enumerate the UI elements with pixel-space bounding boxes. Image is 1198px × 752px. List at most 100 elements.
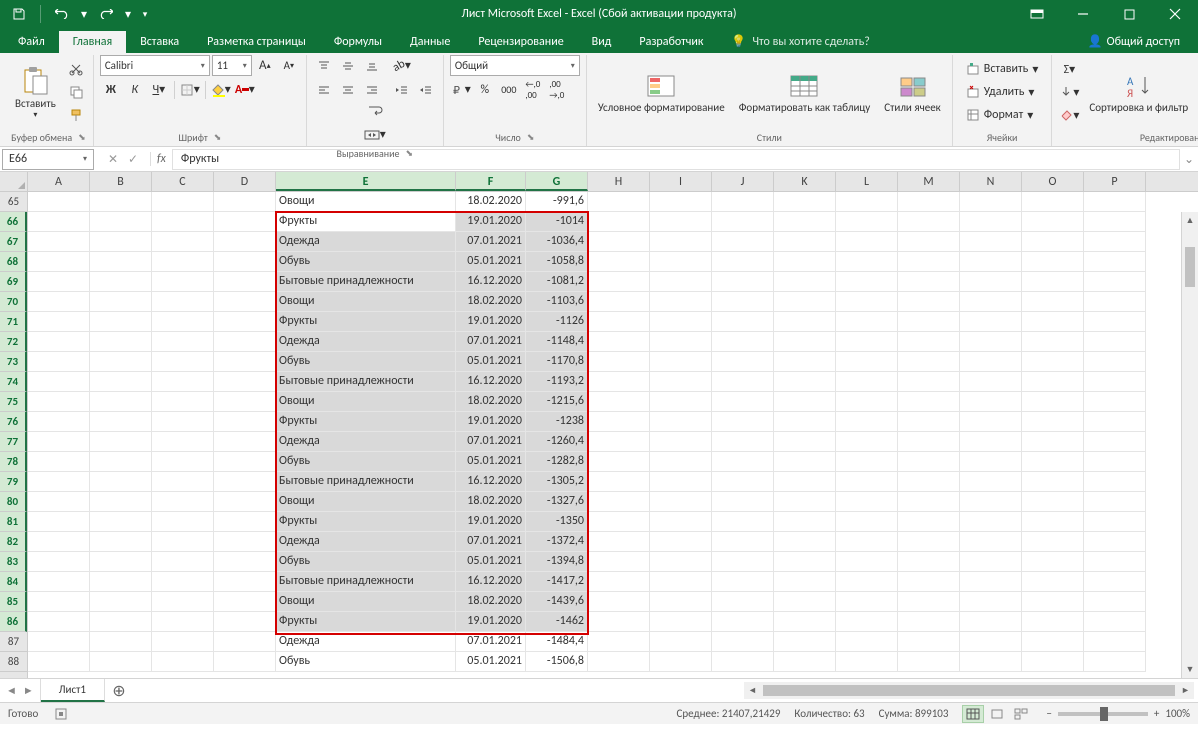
cell-N69[interactable] [960, 272, 1022, 292]
cell-P75[interactable] [1084, 392, 1146, 412]
cell-J85[interactable] [712, 592, 774, 612]
cell-H76[interactable] [588, 412, 650, 432]
cell-E76[interactable]: Фрукты [276, 412, 456, 432]
close-button[interactable] [1152, 0, 1198, 28]
cell-I77[interactable] [650, 432, 712, 452]
cell-J65[interactable] [712, 192, 774, 212]
cell-K87[interactable] [774, 632, 836, 652]
cell-D72[interactable] [214, 332, 276, 352]
cell-O74[interactable] [1022, 372, 1084, 392]
cell-C81[interactable] [152, 512, 214, 532]
cell-J66[interactable] [712, 212, 774, 232]
cell-I84[interactable] [650, 572, 712, 592]
cell-G75[interactable]: -1215,6 [526, 392, 588, 412]
cell-N87[interactable] [960, 632, 1022, 652]
font-launcher[interactable]: ⬊ [214, 132, 222, 143]
cell-N78[interactable] [960, 452, 1022, 472]
cell-H86[interactable] [588, 612, 650, 632]
cell-F80[interactable]: 18.02.2020 [456, 492, 526, 512]
cell-G70[interactable]: -1103,6 [526, 292, 588, 312]
font-name-combo[interactable]: Calibri▾ [100, 55, 210, 76]
cell-L82[interactable] [836, 532, 898, 552]
cell-E84[interactable]: Бытовые принадлежности [276, 572, 456, 592]
cell-B78[interactable] [90, 452, 152, 472]
cell-A65[interactable] [28, 192, 90, 212]
cell-H81[interactable] [588, 512, 650, 532]
format-as-table-button[interactable]: Форматировать как таблицу [734, 59, 876, 125]
cell-C87[interactable] [152, 632, 214, 652]
cell-D75[interactable] [214, 392, 276, 412]
cell-K86[interactable] [774, 612, 836, 632]
cell-O81[interactable] [1022, 512, 1084, 532]
cell-H71[interactable] [588, 312, 650, 332]
cell-N86[interactable] [960, 612, 1022, 632]
cell-N77[interactable] [960, 432, 1022, 452]
cell-I88[interactable] [650, 652, 712, 672]
cell-D70[interactable] [214, 292, 276, 312]
cell-K81[interactable] [774, 512, 836, 532]
cell-C73[interactable] [152, 352, 214, 372]
cell-M67[interactable] [898, 232, 960, 252]
cell-F87[interactable]: 07.01.2021 [456, 632, 526, 652]
scroll-left-button[interactable]: ◄ [744, 682, 761, 699]
increase-font-button[interactable]: A▴ [254, 55, 276, 76]
cell-I75[interactable] [650, 392, 712, 412]
col-header-B[interactable]: B [90, 172, 152, 191]
delete-cells-button[interactable]: Удалить ▾ [959, 82, 1046, 103]
cell-N76[interactable] [960, 412, 1022, 432]
cell-G76[interactable]: -1238 [526, 412, 588, 432]
cell-I71[interactable] [650, 312, 712, 332]
tab-page-layout[interactable]: Разметка страницы [193, 31, 320, 53]
cell-M68[interactable] [898, 252, 960, 272]
cell-F82[interactable]: 07.01.2021 [456, 532, 526, 552]
cell-D65[interactable] [214, 192, 276, 212]
cell-I81[interactable] [650, 512, 712, 532]
qat-customize[interactable]: ▾ [139, 3, 151, 25]
cell-N73[interactable] [960, 352, 1022, 372]
row-header-75[interactable]: 75 [0, 392, 27, 412]
cell-E66[interactable]: Фрукты [276, 212, 456, 232]
cell-styles-button[interactable]: Стили ячеек [879, 59, 946, 125]
cell-A76[interactable] [28, 412, 90, 432]
cell-L65[interactable] [836, 192, 898, 212]
cell-I78[interactable] [650, 452, 712, 472]
cell-L75[interactable] [836, 392, 898, 412]
cell-F72[interactable]: 07.01.2021 [456, 332, 526, 352]
cell-H68[interactable] [588, 252, 650, 272]
cell-C66[interactable] [152, 212, 214, 232]
row-header-84[interactable]: 84 [0, 572, 27, 592]
decrease-indent-button[interactable] [391, 79, 413, 100]
cell-K82[interactable] [774, 532, 836, 552]
cell-O71[interactable] [1022, 312, 1084, 332]
cell-M88[interactable] [898, 652, 960, 672]
decrease-font-button[interactable]: A▾ [278, 55, 300, 76]
cell-A82[interactable] [28, 532, 90, 552]
cell-B82[interactable] [90, 532, 152, 552]
cell-E86[interactable]: Фрукты [276, 612, 456, 632]
cell-B77[interactable] [90, 432, 152, 452]
align-bottom-button[interactable] [361, 55, 383, 76]
cell-J74[interactable] [712, 372, 774, 392]
hscroll-thumb[interactable] [763, 685, 1175, 696]
cell-O76[interactable] [1022, 412, 1084, 432]
cell-F79[interactable]: 16.12.2020 [456, 472, 526, 492]
cell-F70[interactable]: 18.02.2020 [456, 292, 526, 312]
cell-P76[interactable] [1084, 412, 1146, 432]
cell-D74[interactable] [214, 372, 276, 392]
col-header-J[interactable]: J [712, 172, 774, 191]
cell-C70[interactable] [152, 292, 214, 312]
select-all-corner[interactable] [0, 172, 28, 192]
cell-D82[interactable] [214, 532, 276, 552]
cell-L77[interactable] [836, 432, 898, 452]
cell-D80[interactable] [214, 492, 276, 512]
cell-M65[interactable] [898, 192, 960, 212]
cell-H70[interactable] [588, 292, 650, 312]
cell-H67[interactable] [588, 232, 650, 252]
row-header-83[interactable]: 83 [0, 552, 27, 572]
cell-I82[interactable] [650, 532, 712, 552]
cell-E81[interactable]: Фрукты [276, 512, 456, 532]
cell-A80[interactable] [28, 492, 90, 512]
cell-G74[interactable]: -1193,2 [526, 372, 588, 392]
cell-D84[interactable] [214, 572, 276, 592]
cell-H75[interactable] [588, 392, 650, 412]
